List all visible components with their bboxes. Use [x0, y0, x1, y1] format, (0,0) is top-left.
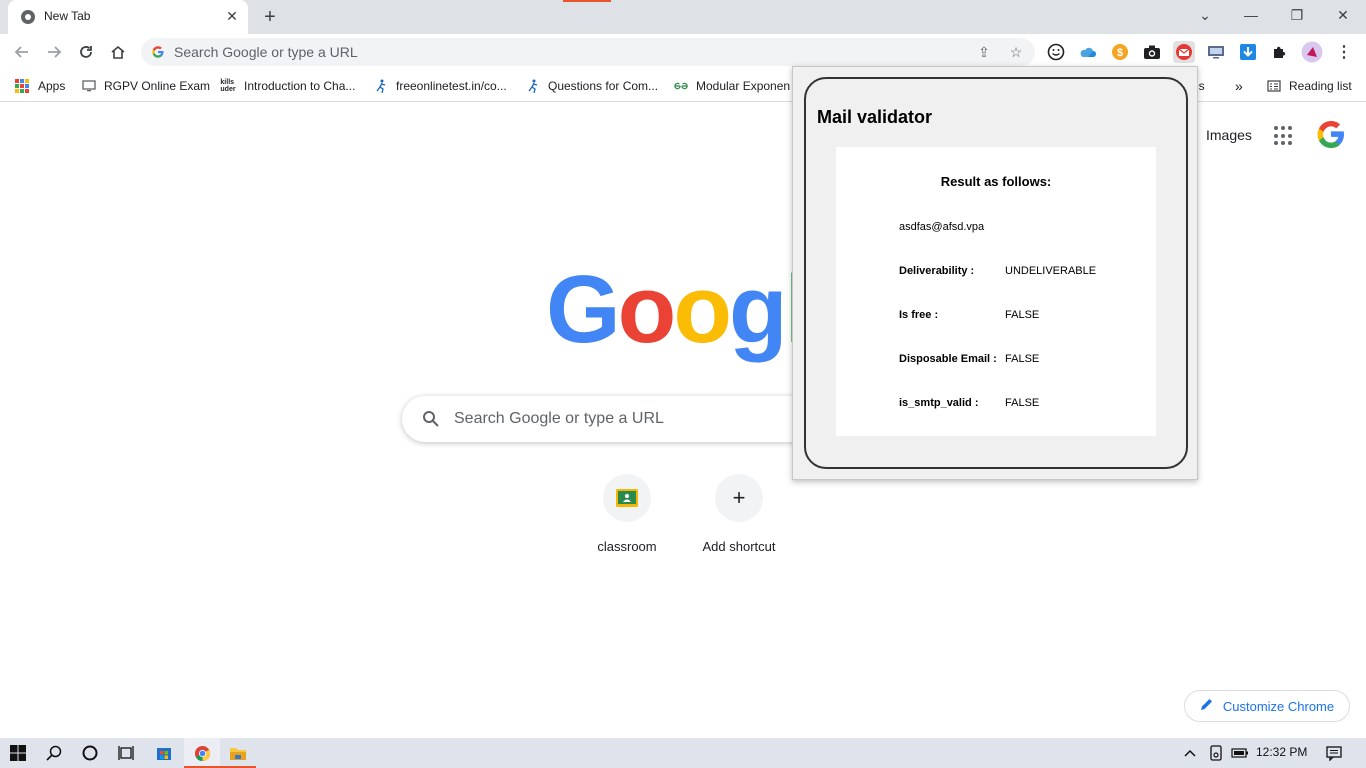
- close-window-button[interactable]: ✕: [1331, 5, 1355, 25]
- coin-extension-icon[interactable]: $: [1109, 41, 1131, 63]
- mail-validator-popup: Mail validator Result as follows: asdfas…: [792, 66, 1198, 480]
- result-key: is_smtp_valid :: [899, 397, 979, 409]
- new-tab-button[interactable]: +: [258, 5, 282, 29]
- reading-list-icon: [1267, 79, 1281, 93]
- shortcut-classroom[interactable]: classroom: [571, 474, 683, 554]
- tab-title: New Tab: [44, 9, 91, 23]
- shortcut-add[interactable]: + Add shortcut: [683, 474, 795, 554]
- result-value: FALSE: [1005, 353, 1040, 365]
- result-key: Disposable Email :: [899, 353, 997, 365]
- search-icon[interactable]: [36, 738, 72, 768]
- result-key: Is free :: [899, 309, 939, 321]
- skills-icon: kills uder: [220, 79, 236, 93]
- notifications-icon[interactable]: [1318, 738, 1350, 768]
- result-key: Deliverability :: [899, 265, 975, 277]
- classroom-icon: [603, 474, 651, 522]
- search-icon: [423, 411, 439, 427]
- tab-new-tab[interactable]: New Tab ✕: [8, 0, 248, 34]
- home-icon[interactable]: [106, 40, 130, 64]
- chrome-menu-icon[interactable]: ⋮: [1333, 41, 1355, 63]
- bookmark-questions[interactable]: Questions for Com...: [526, 77, 658, 95]
- bookmark-modular[interactable]: Modular Exponen: [674, 77, 790, 95]
- shortcut-label: Add shortcut: [702, 539, 776, 554]
- bookmark-apps[interactable]: Apps: [15, 77, 65, 95]
- taskbar-clock[interactable]: 12:32 PM: [1256, 745, 1307, 759]
- battery-icon[interactable]: [1224, 738, 1256, 768]
- customize-chrome-button[interactable]: Customize Chrome: [1184, 690, 1350, 722]
- monitor-icon: [82, 79, 96, 93]
- result-card: Result as follows: asdfas@afsd.vpa Deliv…: [836, 147, 1156, 436]
- profile-avatar-icon[interactable]: [1301, 41, 1323, 63]
- reload-icon[interactable]: [74, 40, 98, 64]
- bookmark-label: freeonlinetest.in/co...: [396, 79, 507, 93]
- address-bar[interactable]: Search Google or type a URL ⇪ ☆: [141, 38, 1035, 66]
- bookmark-label: Questions for Com...: [548, 79, 659, 93]
- ntp-search-placeholder: Search Google or type a URL: [454, 410, 664, 427]
- bookmark-star-icon[interactable]: ☆: [1007, 43, 1025, 61]
- extensions-puzzle-icon[interactable]: [1269, 41, 1291, 63]
- mail-validator-extension-icon[interactable]: [1173, 41, 1195, 63]
- popup-frame: Mail validator Result as follows: asdfas…: [804, 77, 1188, 469]
- bookmark-freeonlinetest[interactable]: freeonlinetest.in/co...: [374, 77, 507, 95]
- add-icon: +: [715, 474, 763, 522]
- download-extension-icon[interactable]: [1237, 41, 1259, 63]
- popup-title: Mail validator: [817, 107, 933, 127]
- bookmark-label: RGPV Online Exam: [104, 79, 211, 93]
- bookmark-apps-label: Apps: [38, 79, 66, 93]
- result-value: FALSE: [1005, 309, 1040, 321]
- google-apps-icon[interactable]: [1274, 126, 1294, 146]
- browser-toolbar: Search Google or type a URL ⇪ ☆ $ ⋮: [0, 34, 1366, 70]
- windows-start-icon[interactable]: [0, 738, 36, 768]
- result-value: UNDELIVERABLE: [1005, 265, 1097, 277]
- cortana-icon[interactable]: [72, 738, 108, 768]
- restore-button[interactable]: ❐: [1285, 5, 1309, 25]
- google-account-icon[interactable]: [1314, 117, 1348, 151]
- share-icon[interactable]: ⇪: [975, 43, 993, 61]
- result-heading: Result as follows:: [940, 174, 1052, 189]
- tab-strip: New Tab ✕ + ⌄ — ❐ ✕: [0, 0, 1366, 34]
- customize-chrome-label: Customize Chrome: [1222, 698, 1335, 714]
- bookmark-label: Introduction to Cha...: [244, 79, 356, 93]
- svg-text:$: $: [1117, 47, 1123, 59]
- tab-strip-accent: [563, 0, 611, 2]
- minimize-button[interactable]: —: [1239, 5, 1263, 25]
- bookmark-introduction[interactable]: kills uder Introduction to Cha...: [220, 77, 355, 95]
- bookmark-rgpv[interactable]: RGPV Online Exam: [82, 77, 210, 95]
- chrome-favicon-icon: [21, 10, 35, 24]
- forward-arrow-icon[interactable]: [42, 40, 66, 64]
- task-view-icon[interactable]: [108, 738, 144, 768]
- back-arrow-icon[interactable]: [10, 40, 34, 64]
- runner-icon: [374, 79, 388, 93]
- screen-extension-icon[interactable]: [1205, 41, 1227, 63]
- camera-extension-icon[interactable]: [1141, 41, 1163, 63]
- reading-list-label: Reading list: [1289, 79, 1352, 93]
- tab-close-icon[interactable]: ✕: [223, 7, 241, 25]
- tab-search-dropdown-icon[interactable]: ⌄: [1193, 5, 1217, 25]
- validated-email: asdfas@afsd.vpa: [899, 221, 985, 233]
- shortcut-label: classroom: [597, 539, 657, 554]
- cloud-extension-icon[interactable]: [1077, 41, 1099, 63]
- bookmarks-overflow-icon[interactable]: »: [1235, 77, 1243, 95]
- file-explorer-icon[interactable]: [220, 738, 256, 768]
- emoji-extension-icon[interactable]: [1045, 41, 1067, 63]
- google-g-icon: [152, 46, 164, 58]
- runner-icon: [526, 79, 540, 93]
- bookmark-label: Modular Exponen: [696, 79, 791, 93]
- gfg-icon: [674, 79, 688, 93]
- result-value: FALSE: [1005, 397, 1040, 409]
- store-app-icon[interactable]: [146, 738, 182, 768]
- pencil-icon: [1200, 698, 1213, 714]
- chrome-taskbar-icon[interactable]: [184, 738, 220, 768]
- windows-taskbar: 12:32 PM: [0, 738, 1366, 768]
- address-bar-placeholder: Search Google or type a URL: [174, 44, 358, 60]
- images-link[interactable]: Images: [1206, 127, 1252, 143]
- apps-grid-icon: [15, 79, 29, 93]
- reading-list-button[interactable]: Reading list: [1267, 77, 1352, 95]
